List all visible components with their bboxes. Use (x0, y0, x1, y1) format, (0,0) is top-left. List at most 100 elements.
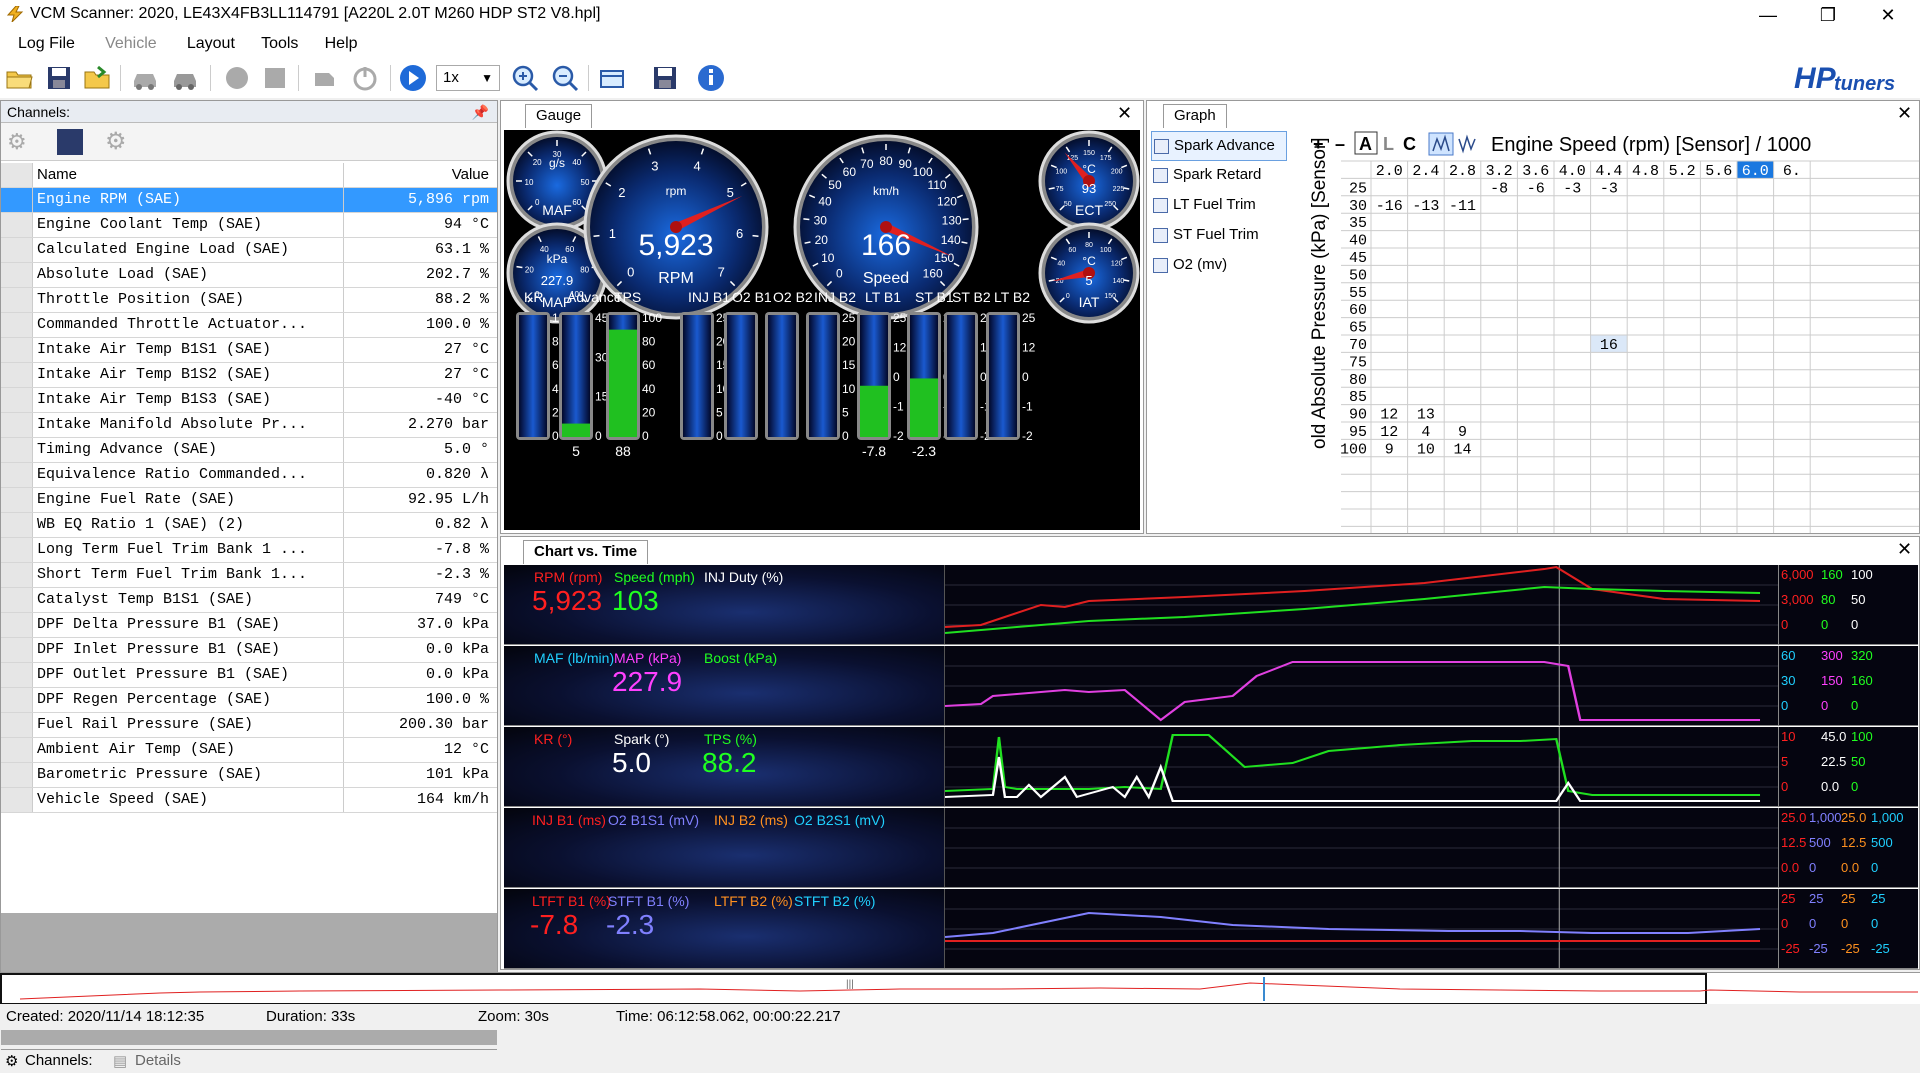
chart-row[interactable]: RPM (rpm) 5,923 Speed (mph) 103 INJ Duty (%)… (504, 565, 1918, 645)
engine-icon[interactable] (310, 63, 340, 93)
minimize-button[interactable]: — (1740, 0, 1796, 30)
graph-cell[interactable]: -3 (1563, 180, 1581, 197)
chart-plot[interactable] (944, 808, 1778, 887)
row-selector[interactable] (1, 463, 33, 487)
chart-row[interactable]: LTFT B1 (%) -7.8 STFT B1 (%) -2.3 LTFT B2 (%… (504, 889, 1918, 969)
channel-row[interactable]: Short Term Fuel Trim Bank 1... -2.3 % (1, 563, 497, 588)
play-icon[interactable] (398, 63, 428, 93)
channel-row[interactable]: Intake Air Temp B1S3 (SAE) -40 °C (1, 388, 497, 413)
graph-item[interactable]: Spark Retard (1151, 161, 1287, 191)
graph-cell[interactable]: 13 (1417, 407, 1435, 424)
tab-graph[interactable]: Graph (1163, 104, 1227, 128)
graph-cell[interactable]: -8 (1490, 180, 1508, 197)
close-window-button[interactable]: ✕ (1860, 0, 1916, 30)
graph-cell[interactable]: -11 (1449, 198, 1476, 215)
row-selector[interactable] (1, 388, 33, 412)
channel-row[interactable]: WB EQ Ratio 1 (SAE) (2) 0.82 λ (1, 513, 497, 538)
chart-plot[interactable] (944, 889, 1778, 968)
stop-icon[interactable] (260, 63, 290, 93)
tab-chart-vs-time[interactable]: Chart vs. Time (523, 540, 649, 564)
export-icon[interactable] (650, 63, 680, 93)
graph-cell[interactable]: -3 (1600, 180, 1618, 197)
chart-row[interactable]: KR (°) Spark (°) 5.0 TPS (%) 88.2 10 45.0 100 5 2… (504, 727, 1918, 807)
zoom-out-icon[interactable] (550, 63, 580, 93)
column-value-header[interactable]: Value (343, 163, 493, 187)
graph-cell[interactable]: 12 (1380, 407, 1398, 424)
info-icon[interactable] (696, 63, 726, 93)
chart-plot[interactable] (944, 565, 1778, 644)
channel-row[interactable]: Engine Fuel Rate (SAE) 92.95 L/h (1, 488, 497, 513)
chart-plot[interactable] (944, 727, 1778, 806)
channel-row[interactable]: Timing Advance (SAE) 5.0 ° (1, 438, 497, 463)
graph-mode-button[interactable]: L (1383, 134, 1394, 154)
graph-item[interactable]: Spark Advance (1151, 131, 1287, 161)
graph-cell[interactable]: 12 (1380, 424, 1398, 441)
maximize-button[interactable]: ❐ (1800, 0, 1856, 30)
close-gauge-icon[interactable]: ✕ (1117, 103, 1132, 124)
menu-help[interactable]: Help (325, 30, 358, 58)
row-selector[interactable] (1, 488, 33, 512)
channel-options-icon[interactable]: ⚙ (7, 129, 27, 155)
open-recent-icon[interactable] (82, 63, 112, 93)
menu-vehicle[interactable]: Vehicle (105, 30, 157, 58)
vehicle-info-icon[interactable] (170, 63, 200, 93)
graph-cell[interactable]: -16 (1376, 198, 1403, 215)
close-graph-icon[interactable]: ✕ (1897, 103, 1912, 124)
row-selector[interactable] (1, 263, 33, 287)
row-selector[interactable] (1, 788, 33, 812)
channel-row[interactable]: DPF Delta Pressure B1 (SAE) 37.0 kPa (1, 613, 497, 638)
channel-row[interactable]: DPF Outlet Pressure B1 (SAE) 0.0 kPa (1, 663, 497, 688)
channel-row[interactable]: Engine Coolant Temp (SAE) 94 °C (1, 213, 497, 238)
row-selector[interactable] (1, 438, 33, 462)
row-selector[interactable] (1, 538, 33, 562)
graph-item[interactable]: ST Fuel Trim (1151, 221, 1287, 251)
layout-icon[interactable] (598, 63, 628, 93)
row-selector[interactable] (1, 588, 33, 612)
row-selector[interactable] (1, 288, 33, 312)
menu-tools[interactable]: Tools (261, 30, 298, 58)
channel-row[interactable]: Intake Manifold Absolute Pr... 2.270 bar (1, 413, 497, 438)
graph-cell[interactable]: 10 (1417, 441, 1435, 458)
graph-cell[interactable]: 16 (1600, 337, 1618, 354)
tab-channels[interactable]: Channels: (25, 1052, 93, 1069)
settings-gear-icon[interactable]: ⚙ (105, 127, 127, 156)
channel-row[interactable]: Equivalence Ratio Commanded... 0.820 λ (1, 463, 497, 488)
open-folder-icon[interactable] (4, 63, 34, 93)
graph-cell[interactable]: 4 (1421, 424, 1430, 441)
playback-speed-select[interactable]: 1x ▼ (436, 65, 500, 91)
channel-row[interactable]: Intake Air Temp B1S1 (SAE) 27 °C (1, 338, 497, 363)
power-icon[interactable] (350, 63, 380, 93)
graph-cell[interactable]: -6 (1527, 180, 1545, 197)
graph-cell[interactable]: 14 (1453, 441, 1471, 458)
channel-row[interactable]: Absolute Load (SAE) 202.7 % (1, 263, 497, 288)
row-selector[interactable] (1, 738, 33, 762)
channel-row[interactable]: Long Term Fuel Trim Bank 1 ... -7.8 % (1, 538, 497, 563)
channel-row[interactable]: Vehicle Speed (SAE) 164 km/h (1, 788, 497, 813)
row-selector[interactable] (1, 688, 33, 712)
pin-icon[interactable]: 📌 (472, 101, 489, 123)
graph-item[interactable]: LT Fuel Trim (1151, 191, 1287, 221)
row-selector[interactable] (1, 188, 33, 212)
save-channels-icon[interactable] (57, 129, 83, 155)
row-selector[interactable] (1, 663, 33, 687)
vehicle-connect-icon[interactable] (130, 63, 160, 93)
channel-row[interactable]: Throttle Position (SAE) 88.2 % (1, 288, 497, 313)
tab-details[interactable]: Details (135, 1052, 181, 1069)
chart-plot[interactable] (944, 646, 1778, 725)
close-chart-icon[interactable]: ✕ (1897, 539, 1912, 560)
channel-row[interactable]: Intake Air Temp B1S2 (SAE) 27 °C (1, 363, 497, 388)
row-selector[interactable] (1, 213, 33, 237)
graph-mode-button[interactable]: – (1335, 134, 1345, 154)
timeline-overview[interactable]: ||| (0, 972, 1920, 1005)
zoom-in-icon[interactable] (510, 63, 540, 93)
row-selector[interactable] (1, 713, 33, 737)
graph-cell[interactable]: 9 (1458, 424, 1467, 441)
graph-item[interactable]: O2 (mv) (1151, 251, 1287, 281)
channel-row[interactable]: Calculated Engine Load (SAE) 63.1 % (1, 238, 497, 263)
menu-layout[interactable]: Layout (187, 30, 235, 58)
row-selector[interactable] (1, 363, 33, 387)
graph-mode-button[interactable]: C (1403, 134, 1416, 154)
row-selector[interactable] (1, 513, 33, 537)
chart-row[interactable]: INJ B1 (ms) O2 B1S1 (mV) INJ B2 (ms) O2 B2S… (504, 808, 1918, 888)
graph-chart-icon[interactable] (1458, 134, 1476, 154)
